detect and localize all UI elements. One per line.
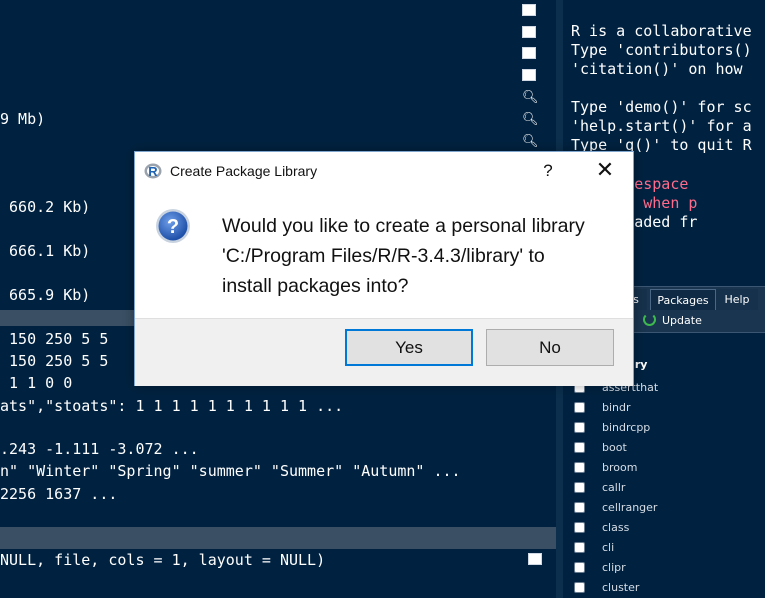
env-value-line: ats","stoats": 1 1 1 1 1 1 1 1 1 1 ... — [0, 397, 344, 415]
package-name[interactable]: callr — [602, 478, 625, 498]
package-checkbox[interactable] — [574, 462, 585, 473]
update-label: Update — [662, 314, 702, 327]
message-line: install packages into? — [222, 275, 409, 297]
env-value-line: n" "Winter" "Spring" "summer" "Summer" "… — [0, 462, 461, 480]
question-mark: ? — [167, 216, 179, 238]
package-name[interactable]: clipr — [602, 558, 626, 578]
yes-button[interactable]: Yes — [345, 329, 473, 366]
dialog-message: Would you like to create a personal libr… — [222, 211, 622, 301]
console-line: 'citation()' on how — [571, 60, 743, 78]
env-value-line: 150 250 5 5 — [0, 330, 109, 348]
package-row[interactable]: clipr — [563, 558, 765, 578]
package-checkbox[interactable] — [574, 502, 585, 513]
package-checkbox[interactable] — [574, 542, 585, 553]
functions-divider — [0, 527, 556, 549]
table-icon[interactable] — [522, 4, 536, 16]
package-checkbox[interactable] — [574, 422, 585, 433]
package-name[interactable]: class — [602, 518, 629, 538]
question-icon: ? — [156, 209, 190, 243]
tab-packages[interactable]: Packages — [650, 289, 716, 312]
package-checkbox[interactable] — [574, 522, 585, 533]
console-line: R is a collaborative — [571, 22, 752, 40]
package-checkbox[interactable] — [574, 562, 585, 573]
package-name[interactable]: broom — [602, 458, 637, 478]
r-logo-icon: R — [144, 163, 162, 179]
dialog-button-bar: Yes No — [135, 318, 633, 386]
env-value-line: .243 -1.111 -3.072 ... — [0, 440, 199, 458]
console-line: Type 'demo()' for sc — [571, 98, 752, 116]
message-line: 'C:/Program Files/R/R-3.4.3/library' to — [222, 245, 545, 267]
dialog-title: Create Package Library — [170, 163, 318, 179]
close-button[interactable]: ✕ — [591, 157, 619, 185]
table-icon[interactable] — [522, 47, 536, 59]
package-checkbox[interactable] — [574, 482, 585, 493]
package-checkbox[interactable] — [574, 442, 585, 453]
create-package-library-dialog: R Create Package Library ? ✕ ? Would you… — [134, 151, 634, 386]
console-line: 665.9 Kb) — [0, 286, 91, 304]
console-line: Type 'contributors() — [571, 41, 752, 59]
package-row[interactable]: class — [563, 518, 765, 538]
update-button[interactable]: Update — [643, 312, 702, 330]
table-icon[interactable] — [522, 26, 536, 38]
table-icon[interactable] — [522, 69, 536, 81]
console-line: 'help.start()' for a — [571, 117, 752, 135]
package-checkbox[interactable] — [574, 402, 585, 413]
package-row[interactable]: cellranger — [563, 498, 765, 518]
dialog-titlebar[interactable]: R Create Package Library ? ✕ — [135, 152, 633, 190]
package-row[interactable]: bindrcpp — [563, 418, 765, 438]
magnifier-icon[interactable]: 🔍︎ — [522, 134, 539, 149]
package-row[interactable]: broom — [563, 458, 765, 478]
function-signature-line: NULL, file, cols = 1, layout = NULL) — [0, 551, 326, 569]
package-name[interactable]: bindrcpp — [602, 418, 650, 438]
help-button[interactable]: ? — [535, 161, 561, 181]
package-name[interactable]: cellranger — [602, 498, 657, 518]
package-name[interactable]: cli — [602, 538, 614, 558]
magnifier-icon[interactable]: 🔍︎ — [522, 90, 539, 105]
tab-help[interactable]: Help — [716, 289, 758, 311]
console-line: 9 Mb) — [0, 110, 46, 128]
magnifier-icon[interactable]: 🔍︎ — [522, 112, 539, 127]
package-row[interactable]: cluster — [563, 578, 765, 598]
env-value-line: 2256 1637 ... — [0, 485, 118, 503]
console-line: 660.2 Kb) — [0, 198, 91, 216]
env-value-line: 150 250 5 5 — [0, 352, 109, 370]
package-row[interactable]: cli — [563, 538, 765, 558]
package-row[interactable]: bindr — [563, 398, 765, 418]
table-icon[interactable] — [528, 553, 542, 565]
env-value-line: 1 1 0 0 — [0, 374, 73, 392]
package-checkbox[interactable] — [574, 582, 585, 593]
package-name[interactable]: cluster — [602, 578, 639, 598]
r-logo-letter: R — [148, 164, 158, 179]
package-name[interactable]: bindr — [602, 398, 631, 418]
package-row[interactable]: boot — [563, 438, 765, 458]
refresh-icon — [643, 313, 656, 326]
message-line: Would you like to create a personal libr… — [222, 215, 585, 237]
package-name[interactable]: boot — [602, 438, 627, 458]
package-row[interactable]: callr — [563, 478, 765, 498]
console-line: 666.1 Kb) — [0, 242, 91, 260]
no-button[interactable]: No — [486, 329, 614, 366]
